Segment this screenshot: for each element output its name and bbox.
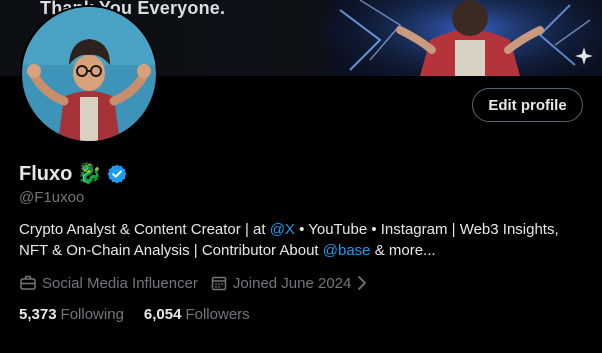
profile-page: Thank You Everyone. Edit profile Fluxo 🐉… <box>0 0 602 353</box>
display-name: Fluxo <box>19 162 73 185</box>
profile-bio: Crypto Analyst & Content Creator | at @X… <box>19 219 584 261</box>
followers-label: Followers <box>185 305 250 323</box>
following-label: Following <box>60 305 124 323</box>
followers-count: 6,054 <box>143 305 182 323</box>
chevron-right-icon <box>358 276 367 290</box>
profile-meta: Social Media Influencer Joined June 2024 <box>19 272 380 294</box>
mention-link-base[interactable]: @base <box>323 242 371 259</box>
followers-link[interactable]: 6,054 Followers <box>144 306 250 323</box>
bio-text: Crypto Analyst & Content Creator | at <box>19 221 270 238</box>
avatar[interactable] <box>20 5 158 143</box>
edit-profile-button[interactable]: Edit profile <box>472 88 583 122</box>
briefcase-icon <box>20 275 36 290</box>
following-count: 5,373 <box>19 305 57 323</box>
sparkle-icon <box>575 47 593 65</box>
following-link[interactable]: 5,373 Following <box>19 306 124 323</box>
follow-stats: 5,373 Following 6,054 Followers <box>19 303 270 325</box>
calendar-icon <box>211 276 227 291</box>
bio-text: & more... <box>370 242 436 259</box>
dragon-emoji: 🐉 <box>77 163 103 185</box>
joined-date-label: Joined June 2024 <box>232 274 352 292</box>
avatar-image <box>20 5 158 143</box>
verified-badge-icon[interactable] <box>107 164 127 184</box>
username-handle: @F1uxoo <box>19 189 85 206</box>
joined-date-item[interactable]: Joined June 2024 <box>210 274 368 292</box>
category-item: Social Media Influencer <box>19 274 198 292</box>
name-row: Fluxo 🐉 <box>19 160 127 188</box>
mention-link-x[interactable]: @X <box>270 221 295 238</box>
category-label: Social Media Influencer <box>42 274 198 292</box>
